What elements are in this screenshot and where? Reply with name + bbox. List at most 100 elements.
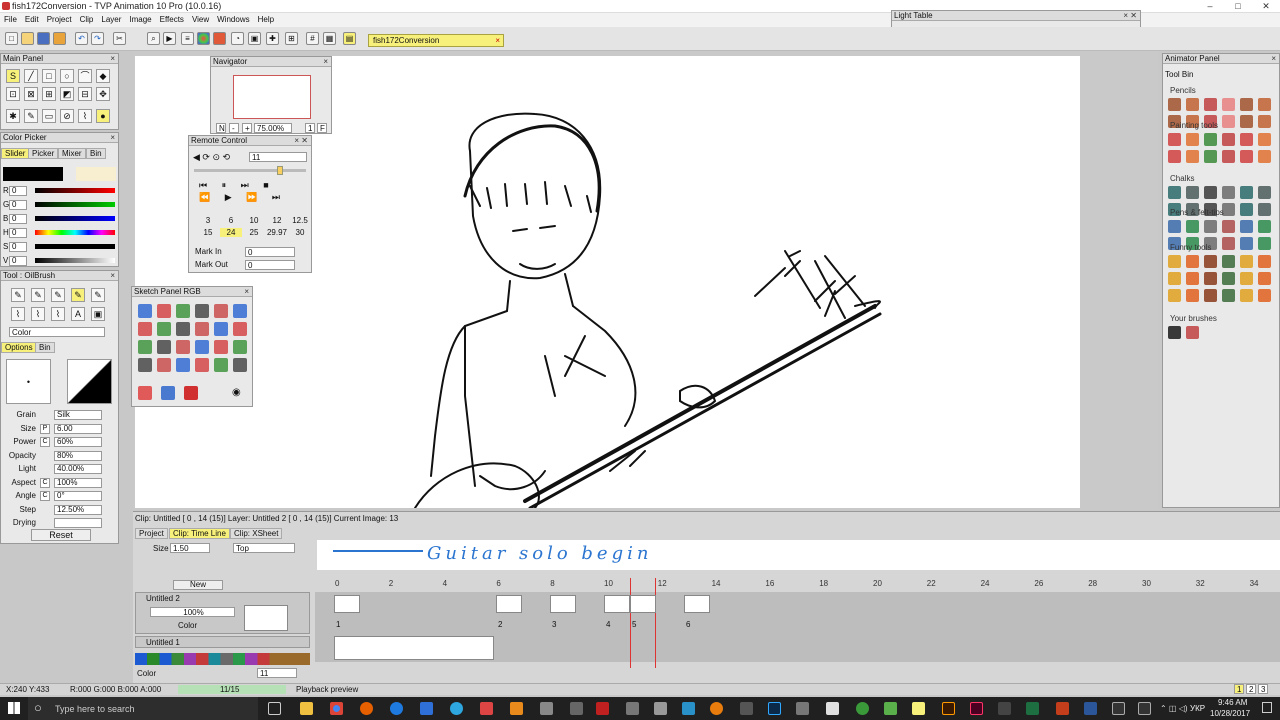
navigator-thumbnail[interactable] <box>233 75 311 119</box>
fps-option[interactable]: 15 <box>197 228 219 237</box>
eraser-tool-icon[interactable]: ▭ <box>42 109 56 123</box>
playhead[interactable] <box>655 578 656 668</box>
channel-value[interactable]: 0 <box>9 200 27 210</box>
input-language[interactable]: УКР <box>1190 704 1205 713</box>
brush-preset-icon[interactable] <box>1222 186 1235 199</box>
sketch-tool-icon[interactable] <box>214 358 228 372</box>
chalk-preset-icon[interactable]: ⌇ <box>31 307 45 321</box>
loop-icon[interactable]: ◀ ⟳ ⊙ ⟲ <box>193 152 230 163</box>
property-row-aspect[interactable]: Aspect C 100% <box>3 477 119 489</box>
tab-clip-timeline[interactable]: Clip: Time Line <box>169 528 230 539</box>
tvpaint-icon[interactable] <box>912 702 925 715</box>
app-icon[interactable] <box>682 702 695 715</box>
new-layer-button[interactable]: New <box>173 580 223 590</box>
current-frame-marker[interactable] <box>630 578 631 668</box>
blender-icon[interactable] <box>710 702 723 715</box>
chrome-icon[interactable] <box>330 702 343 715</box>
property-value[interactable]: Silk <box>54 410 102 420</box>
property-row-drying[interactable]: Drying <box>3 517 119 529</box>
current-color-swatch[interactable] <box>3 167 63 181</box>
task-view-icon[interactable] <box>268 702 281 715</box>
sketch-tool-icon[interactable] <box>138 358 152 372</box>
brush-preset-icon[interactable] <box>1258 272 1271 285</box>
brush-preset-icon[interactable] <box>1222 220 1235 233</box>
brush-preset-icon[interactable] <box>1186 186 1199 199</box>
sketch-tool-icon[interactable] <box>233 340 247 354</box>
mark-out-field[interactable]: 0 <box>245 260 295 270</box>
menu-layer[interactable]: Layer <box>97 13 125 27</box>
frame-icon[interactable]: ⊞ <box>285 32 298 45</box>
menu-image[interactable]: Image <box>125 13 155 27</box>
app-icon[interactable] <box>570 702 583 715</box>
player-icon[interactable] <box>480 702 493 715</box>
indesign-icon[interactable] <box>970 702 983 715</box>
menu-view[interactable]: View <box>188 13 213 27</box>
layer-color-swatches[interactable] <box>135 653 310 665</box>
warp-tool-icon[interactable]: ⊞ <box>42 87 56 101</box>
property-row-grain[interactable]: Grain Silk <box>3 409 119 421</box>
reset-button[interactable]: Reset <box>31 529 91 541</box>
crop-tool-icon[interactable]: ◩ <box>60 87 74 101</box>
telegram-icon[interactable] <box>450 702 463 715</box>
close-icon[interactable]: × ✕ <box>1123 11 1137 20</box>
brush-preset-icon[interactable] <box>1168 98 1181 111</box>
sketch-tool-icon[interactable] <box>157 322 171 336</box>
brush-preset-icon[interactable] <box>1204 150 1217 163</box>
sketch-tool-icon[interactable] <box>138 322 152 336</box>
windows-start-icon[interactable] <box>8 702 20 714</box>
tool-bin-category[interactable]: Your brushes <box>1170 314 1217 323</box>
timeline-cell[interactable] <box>334 595 360 613</box>
menu-edit[interactable]: Edit <box>21 13 43 27</box>
brush-preset-icon[interactable]: ✎ <box>31 288 45 302</box>
channel-value[interactable]: 0 <box>9 242 27 252</box>
color-wheel-icon[interactable] <box>197 32 210 45</box>
app-icon[interactable] <box>540 702 553 715</box>
sketch-tool-icon[interactable] <box>157 304 171 318</box>
channel-slider[interactable] <box>35 202 115 207</box>
brush-preset-icon[interactable] <box>1258 150 1271 163</box>
brush-preset-icon[interactable] <box>1222 150 1235 163</box>
close-button[interactable]: ✕ <box>1252 0 1280 12</box>
property-mode[interactable]: C <box>40 477 50 488</box>
brush-preset-icon[interactable] <box>1222 255 1235 268</box>
brush-preset-icon[interactable] <box>1240 115 1253 128</box>
brush-preset-icon[interactable] <box>1168 133 1181 146</box>
secondary-color-swatch[interactable] <box>76 167 116 181</box>
brush-preset-icon[interactable] <box>1168 255 1181 268</box>
app-icon[interactable] <box>654 702 667 715</box>
brush-preset-icon[interactable] <box>1204 289 1217 302</box>
brush-preset-icon[interactable] <box>1258 289 1271 302</box>
tab-slider[interactable]: Slider <box>1 148 30 159</box>
smudge-tool-icon[interactable]: ⌇ <box>78 109 92 123</box>
close-icon[interactable]: × <box>1271 54 1276 63</box>
fx-icon[interactable]: ✂ <box>113 32 126 45</box>
brush-preset-icon[interactable] <box>1168 150 1181 163</box>
vlc-icon[interactable] <box>510 702 523 715</box>
property-value[interactable]: 0° <box>54 491 102 501</box>
brush-preset-icon[interactable] <box>1204 220 1217 233</box>
sketch-tool-icon[interactable] <box>161 386 175 400</box>
channel-slider[interactable] <box>35 258 115 263</box>
document-tab[interactable]: fish172Conversion × <box>368 34 504 47</box>
brush-tool-icon[interactable]: ✎ <box>24 109 38 123</box>
brush-preset-icon[interactable] <box>1186 326 1199 339</box>
app-icon[interactable] <box>1138 702 1151 715</box>
playback-slider-thumb[interactable] <box>277 166 283 175</box>
sketch-tool-icon[interactable] <box>157 358 171 372</box>
sketch-tool-icon[interactable] <box>195 340 209 354</box>
property-value[interactable]: 12.50% <box>54 504 102 515</box>
sketch-tool-icon[interactable] <box>176 358 190 372</box>
sketch-tool-icon[interactable] <box>184 386 198 400</box>
channel-value[interactable]: 0 <box>9 214 27 224</box>
fps-option[interactable]: 6 <box>220 216 242 225</box>
timeline-cell[interactable] <box>630 595 656 613</box>
close-tab-icon[interactable]: × <box>495 35 500 46</box>
sketch-tool-icon[interactable] <box>176 340 190 354</box>
brush-preset-icon[interactable] <box>1204 98 1217 111</box>
close-icon[interactable]: × ✕ <box>294 136 308 145</box>
tab-bin[interactable]: Bin <box>86 148 106 159</box>
rect-tool-icon[interactable]: □ <box>42 69 56 83</box>
ellipse-tool-icon[interactable]: ○ <box>60 69 74 83</box>
fps-option[interactable]: 12 <box>266 216 288 225</box>
excel-icon[interactable] <box>1026 702 1039 715</box>
